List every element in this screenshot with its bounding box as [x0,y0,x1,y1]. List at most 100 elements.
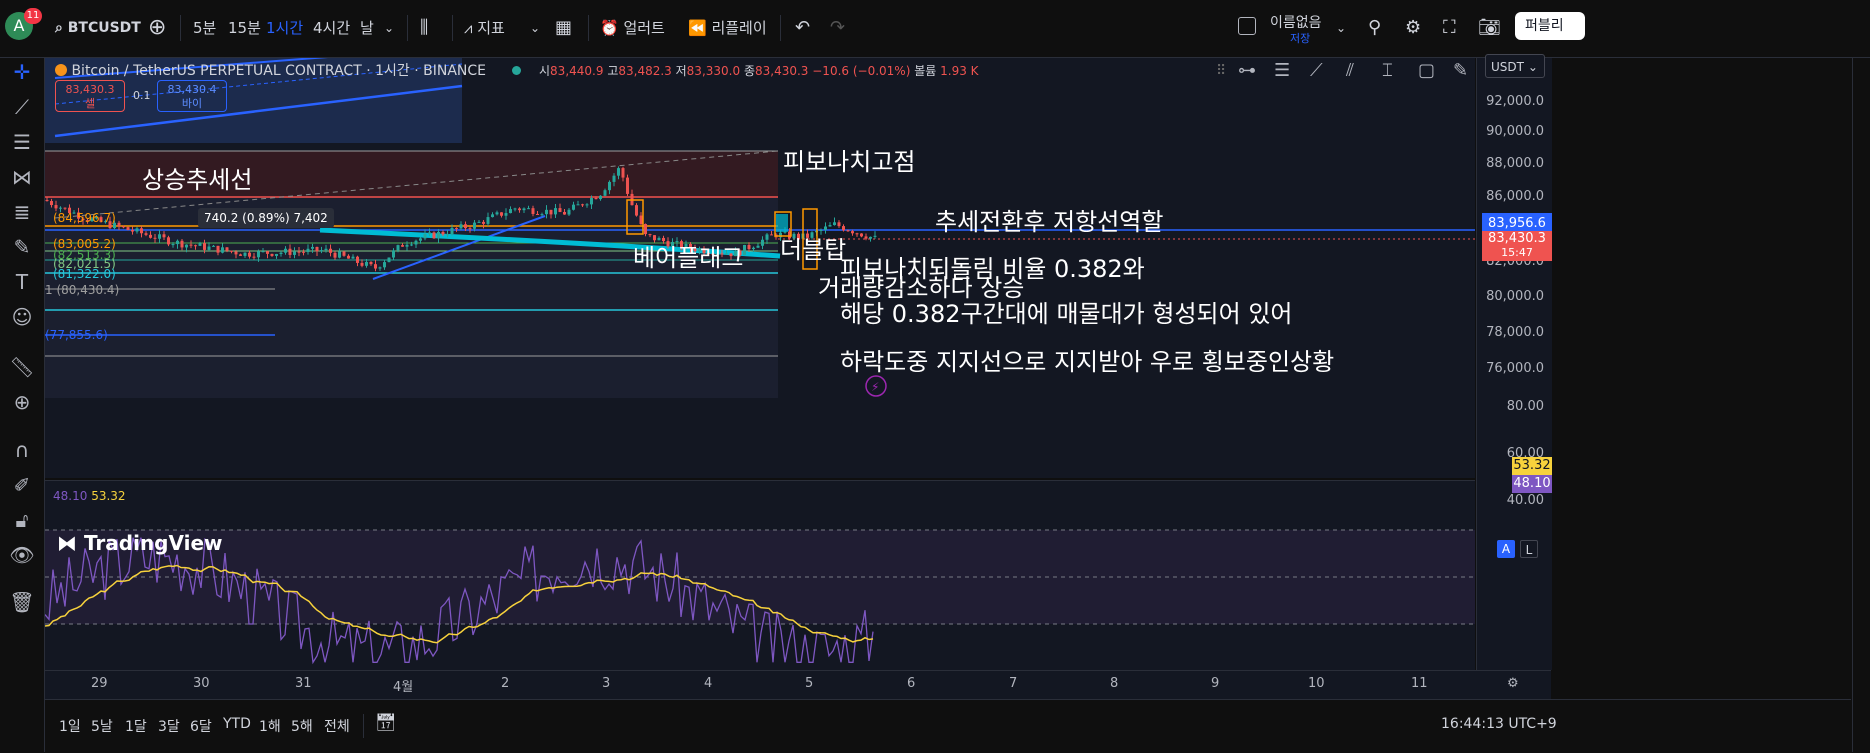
last-price-tag[interactable]: 83,430.3 15:47 [1482,231,1552,261]
indicators-dropdown-icon[interactable]: ⌄ [530,13,540,43]
candle-body [369,261,373,265]
candle-body [356,256,359,263]
magnet-icon[interactable]: ∩ [8,436,36,464]
pattern-icon[interactable]: ⋈ [8,163,36,191]
indicators-button[interactable]: ⩘ 지표 [464,13,505,43]
bear-flag-annotation[interactable]: 베어플래그 [633,238,743,273]
fullscreen-icon[interactable]: ⛶ [1443,13,1456,43]
quick-search-icon[interactable]: ⚲ [1368,13,1381,43]
note-1[interactable]: 피보나치되돌림 비율 0.382와 [840,249,1145,284]
candle-body [117,222,121,227]
time-label: 4 [704,676,713,691]
lock-pencil-icon[interactable]: ✐ [8,471,36,499]
draw-tool-2-icon[interactable]: ☰ [1274,60,1290,81]
compare-add-button[interactable]: ⊕ [148,13,166,43]
candle-body [176,240,179,245]
interval-1h[interactable]: 1시간 [266,13,303,43]
draw-tool-6-icon[interactable]: ▢ [1418,60,1435,81]
undo-icon[interactable]: ↶ [795,13,810,43]
price-chart[interactable]: ⚡ Bitcoin / TetherUS PERPETUAL CONTRACT … [45,58,1475,478]
uptrend-annotation[interactable]: 상승추세선 [142,160,252,195]
crosshair-icon[interactable]: ✛ [8,58,36,86]
resistance-annotation[interactable]: 추세전환후 저항선역할 [935,202,1163,237]
candle-body [324,248,328,251]
draw-tool-1-icon[interactable]: ⊶ [1238,60,1256,81]
interval-day[interactable]: 날 [360,13,374,43]
interval-dropdown-icon[interactable]: ⌄ [384,13,394,43]
candle-body [288,248,292,255]
publish-button[interactable]: 퍼블리 [1515,12,1585,40]
horizontal-lines-icon[interactable]: ☰ [8,128,36,156]
price-axis[interactable]: USDT ⌄ 92,000.0 90,000.0 88,000.0 86,000… [1476,54,1552,670]
templates-icon[interactable]: ▦ [555,13,572,43]
range-ytd[interactable]: YTD [223,716,251,732]
candle-type-icon[interactable]: ⫼ [420,13,428,43]
range-5y[interactable]: 5해 [291,716,313,736]
axis-settings-icon[interactable]: ⚙ [1507,676,1519,691]
interval-4h[interactable]: 4시간 [313,13,350,43]
lock-icon[interactable]: 🔓︎ [8,506,36,534]
eye-icon[interactable]: 👁︎ [8,541,36,569]
volume-label: 볼륨 [914,64,937,78]
redo-icon[interactable]: ↷ [830,13,845,43]
candle-body [50,201,53,206]
candle-body [486,217,490,224]
candle-body [635,205,638,216]
drag-handle-icon[interactable]: ⠿ [1216,63,1226,79]
range-all[interactable]: 전체 [324,716,350,736]
candle-body [572,204,575,210]
ohlc-legend: 시83,440.9 고83,482.3 저83,330.0 종83,430.3 … [539,58,979,84]
fib-icon[interactable]: ≣ [8,198,36,226]
layout-save-label[interactable]: 저장 [1290,30,1310,46]
tradingview-logo[interactable]: ⧓ TradingView [57,531,223,555]
currency-select[interactable]: USDT ⌄ [1485,54,1545,78]
rsi-pane[interactable]: 48.10 53.32 ⧓ TradingView [45,480,1475,671]
note-3[interactable]: 하락도중 지지선으로 지지받아 우로 횡보중인상황 [840,342,1334,377]
trendline-icon[interactable]: ⟋ [8,93,36,121]
draw-tool-7-icon[interactable]: ✎ [1453,60,1468,81]
sell-button[interactable]: 83,430.3 셀 [55,80,125,112]
range-1y[interactable]: 1해 [259,716,281,736]
range-5d[interactable]: 5날 [91,716,113,736]
clock[interactable]: 16:44:13 UTC+9 [1441,716,1557,732]
note-2[interactable]: 해당 0.382구간대에 매물대가 형성되어 있어 [840,294,1293,329]
candle-body [491,214,494,218]
candle-body [860,233,863,237]
bottom-toolbar: 1일 5날 1달 3달 6달 YTD 1해 5해 전체 📅︎ 16:44:13 … [45,699,1851,753]
alert-button[interactable]: ⏰ 얼러트 [600,13,665,43]
fib-high-annotation[interactable]: 피보나치고점 [783,142,915,177]
interval-5m[interactable]: 5분 [193,13,216,43]
symbol-search-button[interactable]: ⌕ BTCUSDT [55,13,141,43]
draw-tool-4-icon[interactable]: ⫽ [1346,60,1354,81]
log-scale-button[interactable]: L [1520,540,1538,558]
settings-gear-icon[interactable]: ⚙ [1405,13,1421,43]
layout-name[interactable]: 이름없음 [1270,12,1322,32]
range-3m[interactable]: 3달 [158,716,180,736]
candle-body [621,168,625,178]
camera-icon[interactable]: 📷︎ [1478,13,1501,43]
time-axis[interactable]: 29 30 31 4월 2 3 4 5 6 7 8 9 10 11 ⚙ [45,670,1551,699]
zoom-in-icon[interactable]: ⊕ [8,388,36,416]
layout-dropdown-icon[interactable]: ⌄ [1336,13,1346,43]
draw-tool-3-icon[interactable]: ⟋ [1310,60,1323,81]
price-label: 80,000.0 [1486,289,1544,304]
text-icon[interactable]: T [8,268,36,296]
brush-icon[interactable]: ✎ [8,233,36,261]
range-6m[interactable]: 6달 [190,716,212,736]
buy-button[interactable]: 83,430.4 바이 [157,80,227,112]
range-1d[interactable]: 1일 [59,716,81,736]
candle-body [536,213,539,215]
double-top-annotation[interactable]: 더블탑 [780,230,846,265]
interval-15m[interactable]: 15분 [228,13,261,43]
goto-date-icon[interactable]: 📅︎ [375,713,397,733]
draw-tool-5-icon[interactable]: ⌶ [1382,60,1393,81]
ruler-icon[interactable]: 📏︎ [8,353,36,381]
range-1m[interactable]: 1달 [125,716,147,736]
trash-icon[interactable]: 🗑︎ [8,588,36,616]
emoji-icon[interactable]: ☺ [8,303,36,331]
layout-checkbox[interactable] [1238,17,1256,35]
candle-body [761,239,764,246]
replay-button[interactable]: ⏪ 리플레이 [688,13,767,43]
auto-scale-button[interactable]: A [1497,540,1515,558]
chevron-down-icon: ⌄ [1527,60,1538,74]
